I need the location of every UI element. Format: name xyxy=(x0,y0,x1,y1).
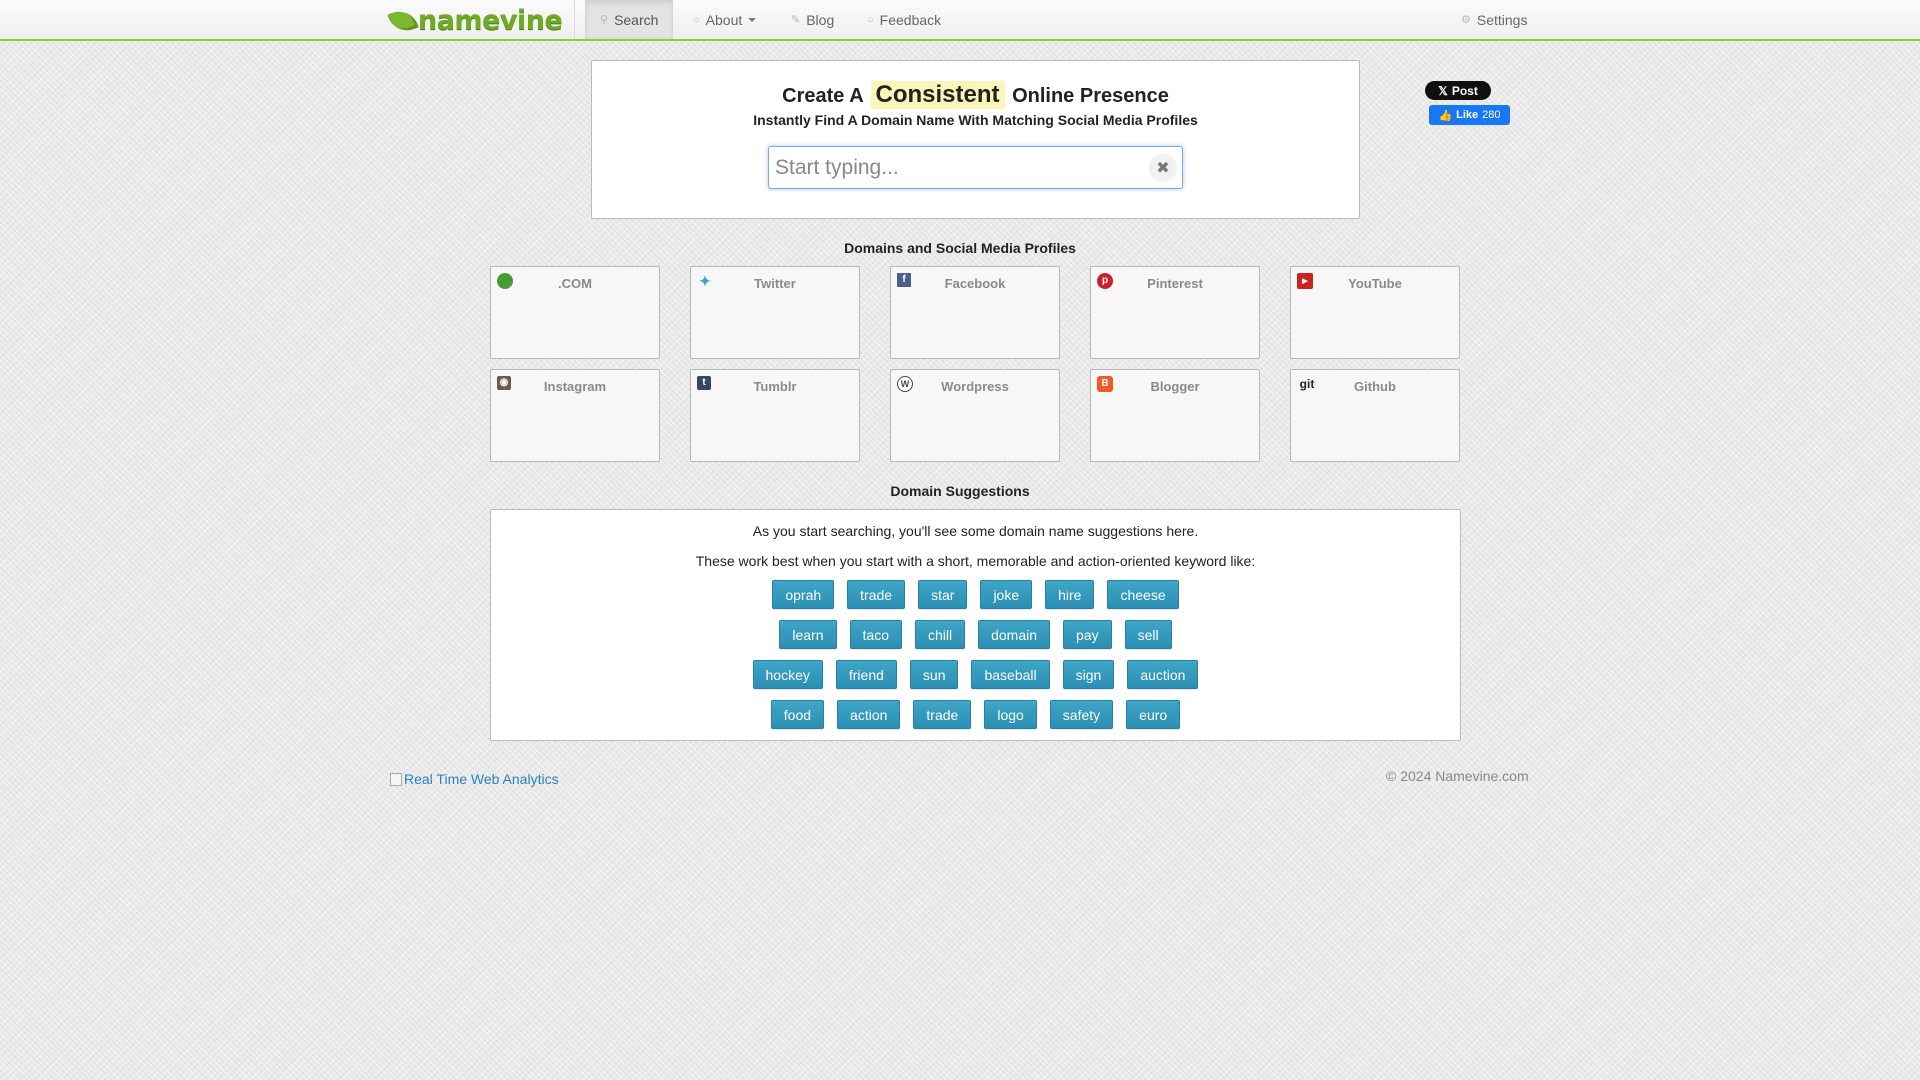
keyword-button[interactable]: hire xyxy=(1045,580,1095,609)
domain-suggestions-panel: As you start searching, you'll see some … xyxy=(490,509,1461,741)
chevron-down-icon xyxy=(748,17,757,22)
chat-icon: ○ xyxy=(867,13,874,26)
x-post-label: Post xyxy=(1451,83,1478,98)
keyword-button[interactable]: trade xyxy=(913,700,972,729)
keyword-button[interactable]: hockey xyxy=(752,660,823,689)
nav-settings[interactable]: ⚙ Settings xyxy=(1461,0,1527,39)
profile-card-blogger[interactable]: B Blogger xyxy=(1090,369,1260,462)
broken-image-icon xyxy=(390,772,402,786)
keyword-button[interactable]: cheese xyxy=(1107,580,1179,609)
keyword-button[interactable]: taco xyxy=(849,620,902,649)
keyword-button[interactable]: sell xyxy=(1124,620,1172,649)
keyword-button[interactable]: auction xyxy=(1127,660,1199,689)
analytics-link-text: Real Time Web Analytics xyxy=(404,771,559,787)
keyword-row: hockey friend sun baseball sign auction xyxy=(491,660,1460,689)
suggestions-heading: Domain Suggestions xyxy=(890,483,1030,499)
logo-text: namevine xyxy=(418,5,563,36)
clear-search-button[interactable]: ✖ xyxy=(1149,154,1177,182)
leaf-icon xyxy=(387,6,419,36)
profile-card-label: Twitter xyxy=(754,276,796,291)
facebook-like-button[interactable]: 👍 Like 280 xyxy=(1429,105,1510,125)
info-icon: ○ xyxy=(693,13,700,26)
profile-card-pinterest[interactable]: p Pinterest xyxy=(1090,266,1260,359)
pencil-icon: ✎ xyxy=(791,14,801,26)
keyword-button[interactable]: euro xyxy=(1126,700,1181,729)
hero-subtitle: Instantly Find A Domain Name With Matchi… xyxy=(753,112,1198,128)
suggestions-intro: As you start searching, you'll see some … xyxy=(752,523,1199,539)
suggestions-hint: These work best when you start with a sh… xyxy=(695,553,1256,569)
profile-card-label: Pinterest xyxy=(1147,276,1203,291)
top-navbar: namevine ⚲ Search ○ About ✎ Blog ○ Feedb… xyxy=(0,0,1920,41)
profile-card-wordpress[interactable]: W Wordpress xyxy=(890,369,1060,462)
thumbs-up-icon: 👍 xyxy=(1438,109,1453,122)
search-input[interactable] xyxy=(769,147,1129,188)
close-icon: ✖ xyxy=(1156,160,1170,177)
keyword-row: food action trade logo safety euro xyxy=(491,700,1460,729)
keyword-button[interactable]: joke xyxy=(980,580,1033,609)
keyword-button[interactable]: oprah xyxy=(772,580,835,609)
nav-search[interactable]: ⚲ Search xyxy=(585,0,674,39)
profiles-heading: Domains and Social Media Profiles xyxy=(844,240,1076,256)
profile-card-label: Blogger xyxy=(1150,379,1200,394)
keyword-button[interactable]: safety xyxy=(1049,700,1114,729)
nav-divider xyxy=(574,0,575,39)
keyword-button[interactable]: action xyxy=(837,700,901,729)
fb-like-label: Like xyxy=(1456,109,1479,121)
keyword-button[interactable]: learn xyxy=(779,620,837,649)
fb-like-count: 280 xyxy=(1482,109,1501,121)
x-post-button[interactable]: 𝕏 Post xyxy=(1425,81,1491,100)
nav-blog[interactable]: ✎ Blog xyxy=(791,0,834,39)
keyword-row: oprah trade star joke hire cheese xyxy=(491,580,1460,609)
hero-panel: Create A Consistent Online Presence Inst… xyxy=(591,60,1360,219)
profile-card-label: Instagram xyxy=(543,379,607,394)
hero-title-prefix: Create A xyxy=(782,85,863,107)
nav-about-label: About xyxy=(705,11,743,28)
hero-title-suffix: Online Presence xyxy=(1012,85,1169,107)
nav-feedback-label: Feedback xyxy=(879,11,942,28)
keyword-button[interactable]: trade xyxy=(847,580,906,609)
keyword-button[interactable]: sun xyxy=(909,660,959,689)
keyword-button[interactable]: pay xyxy=(1063,620,1112,649)
search-box: ✖ xyxy=(768,146,1183,189)
nav-blog-label: Blog xyxy=(806,11,835,28)
hero-title: Create A Consistent Online Presence xyxy=(592,81,1359,109)
profile-card-facebook[interactable]: f Facebook xyxy=(890,266,1060,359)
nav-about-dropdown[interactable]: ○ About xyxy=(693,0,757,39)
profile-card-label: Tumblr xyxy=(753,379,797,394)
profile-card-github[interactable]: git Github xyxy=(1290,369,1460,462)
analytics-link[interactable]: Real Time Web Analytics xyxy=(390,771,559,787)
search-icon: ⚲ xyxy=(600,14,609,26)
keyword-button[interactable]: food xyxy=(770,700,825,729)
profile-card-youtube[interactable]: ▶ YouTube xyxy=(1290,266,1460,359)
namevine-logo[interactable]: namevine xyxy=(387,5,563,36)
x-logo-icon: 𝕏 xyxy=(1438,83,1448,98)
keyword-button[interactable]: chill xyxy=(914,620,966,649)
hero-title-highlight: Consistent xyxy=(870,81,1005,109)
keyword-button[interactable]: star xyxy=(918,580,968,609)
nav-settings-label: Settings xyxy=(1476,11,1528,28)
keyword-button[interactable]: logo xyxy=(984,700,1037,729)
profile-card-twitter[interactable]: ✦ Twitter xyxy=(690,266,860,359)
keyword-row: learn taco chill domain pay sell xyxy=(491,620,1460,649)
profile-card-label: Facebook xyxy=(944,276,1006,291)
profile-card-tumblr[interactable]: t Tumblr xyxy=(690,369,860,462)
profile-card-label: .COM xyxy=(558,276,592,291)
nav-search-label: Search xyxy=(614,11,659,28)
profile-card-label: YouTube xyxy=(1348,276,1402,291)
copyright-text: © 2024 Namevine.com xyxy=(1386,768,1529,784)
profile-card-com[interactable]: .COM xyxy=(490,266,660,359)
keyword-button[interactable]: domain xyxy=(978,620,1051,649)
profile-card-instagram[interactable]: ◉ Instagram xyxy=(490,369,660,462)
keyword-button[interactable]: friend xyxy=(835,660,897,689)
profile-card-label: Github xyxy=(1354,379,1396,394)
keyword-button[interactable]: baseball xyxy=(971,660,1050,689)
nav-feedback[interactable]: ○ Feedback xyxy=(867,0,941,39)
keyword-button[interactable]: sign xyxy=(1062,660,1115,689)
profile-card-label: Wordpress xyxy=(941,379,1009,394)
gear-icon: ⚙ xyxy=(1461,14,1471,26)
